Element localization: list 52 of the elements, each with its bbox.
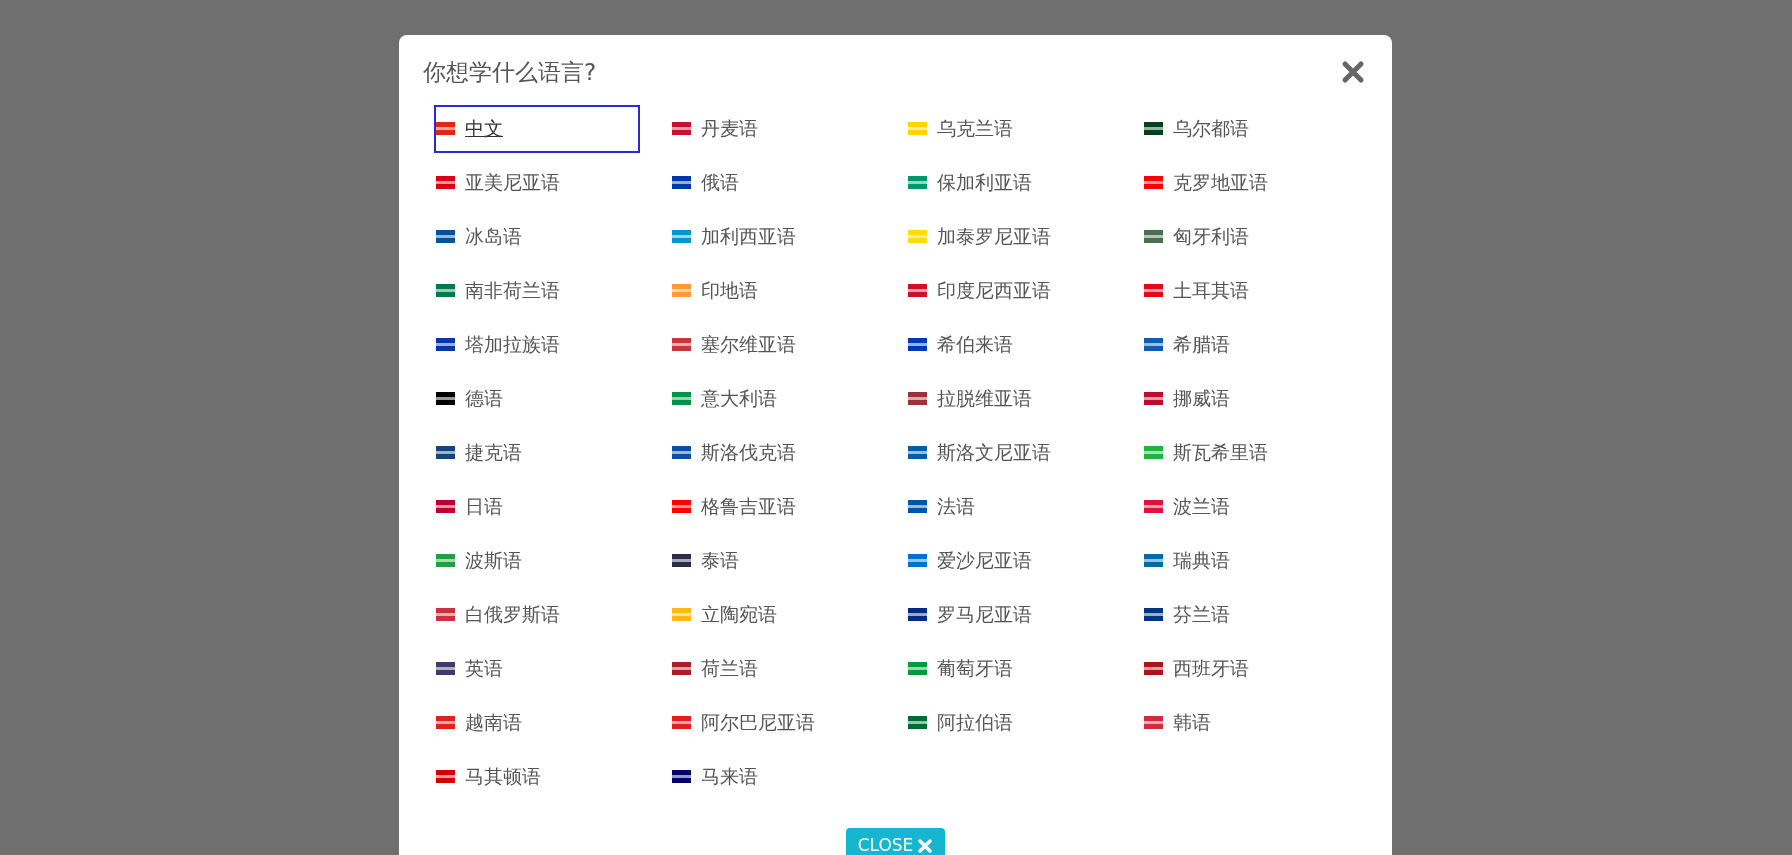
close-icon (917, 837, 934, 854)
language-link[interactable]: 法语 (907, 479, 1113, 534)
language-link[interactable]: 意大利语 (671, 371, 877, 426)
language-link[interactable]: 土耳其语 (1143, 263, 1349, 318)
language-link[interactable]: 希伯来语 (907, 317, 1113, 372)
language-link[interactable]: 塞尔维亚语 (671, 317, 877, 372)
language-link[interactable]: 泰语 (671, 533, 877, 588)
language-link[interactable]: 拉脱维亚语 (907, 371, 1113, 426)
language-link[interactable]: 乌克兰语 (907, 101, 1113, 156)
language-link[interactable]: 马其顿语 (435, 749, 641, 804)
language-link[interactable]: 匈牙利语 (1143, 209, 1349, 264)
close-icon[interactable] (1340, 59, 1366, 86)
language-link[interactable]: 波兰语 (1143, 479, 1349, 534)
language-link[interactable]: 印地语 (671, 263, 877, 318)
dialog-title: 你想学什么语言? (423, 58, 597, 87)
language-link[interactable]: 葡萄牙语 (907, 641, 1113, 696)
language-link[interactable]: 捷克语 (435, 425, 641, 480)
language-link[interactable]: 斯瓦希里语 (1143, 425, 1349, 480)
language-link[interactable]: 冰岛语 (435, 209, 641, 264)
language-link[interactable]: 印度尼西亚语 (907, 263, 1113, 318)
language-link[interactable]: 越南语 (435, 695, 641, 750)
language-link[interactable]: 阿拉伯语 (907, 695, 1113, 750)
language-link[interactable]: 乌尔都语 (1143, 101, 1349, 156)
language-link[interactable]: 罗马尼亚语 (907, 587, 1113, 642)
language-link[interactable]: 斯洛文尼亚语 (907, 425, 1113, 480)
language-link[interactable]: 希腊语 (1143, 317, 1349, 372)
language-link[interactable]: 保加利亚语 (907, 155, 1113, 210)
language-link[interactable]: 克罗地亚语 (1143, 155, 1349, 210)
language-link[interactable]: 英语 (435, 641, 641, 696)
language-link[interactable]: 瑞典语 (1143, 533, 1349, 588)
language-link[interactable]: 斯洛伐克语 (671, 425, 877, 480)
language-link[interactable]: 俄语 (671, 155, 877, 210)
language-link[interactable]: 挪威语 (1143, 371, 1349, 426)
language-link[interactable]: 阿尔巴尼亚语 (671, 695, 877, 750)
language-link[interactable]: 格鲁吉亚语 (671, 479, 877, 534)
language-link[interactable]: 芬兰语 (1143, 587, 1349, 642)
language-link[interactable]: 白俄罗斯语 (435, 587, 641, 642)
language-link[interactable]: 丹麦语 (671, 101, 877, 156)
language-link[interactable]: 亚美尼亚语 (435, 155, 641, 210)
language-link[interactable]: 爱沙尼亚语 (907, 533, 1113, 588)
language-link[interactable]: 立陶宛语 (671, 587, 877, 642)
language-link[interactable]: 荷兰语 (671, 641, 877, 696)
language-link[interactable]: 日语 (435, 479, 641, 534)
language-link[interactable]: 马来语 (671, 749, 877, 804)
language-link[interactable]: 加泰罗尼亚语 (907, 209, 1113, 264)
language-link[interactable]: 塔加拉族语 (435, 317, 641, 372)
language-link[interactable]: 波斯语 (435, 533, 641, 588)
language-link[interactable]: 韩语 (1143, 695, 1349, 750)
language-link[interactable]: 南非荷兰语 (435, 263, 641, 318)
language-link[interactable]: 加利西亚语 (671, 209, 877, 264)
language-link[interactable]: 德语 (435, 371, 641, 426)
language-link[interactable]: 西班牙语 (1143, 641, 1349, 696)
